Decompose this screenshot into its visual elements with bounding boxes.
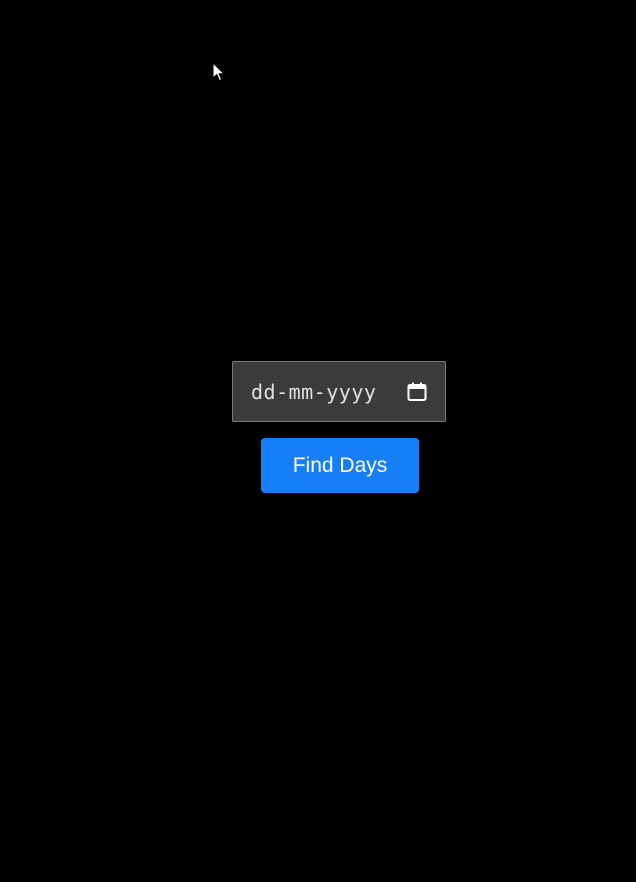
calendar-icon[interactable] [407, 382, 427, 402]
page: dd-mm-yyyy Find Days [0, 0, 636, 882]
date-input-placeholder: dd-mm-yyyy [251, 379, 377, 404]
date-input[interactable]: dd-mm-yyyy [232, 361, 446, 422]
find-days-button[interactable]: Find Days [261, 438, 419, 493]
mouse-pointer-icon [212, 62, 226, 82]
